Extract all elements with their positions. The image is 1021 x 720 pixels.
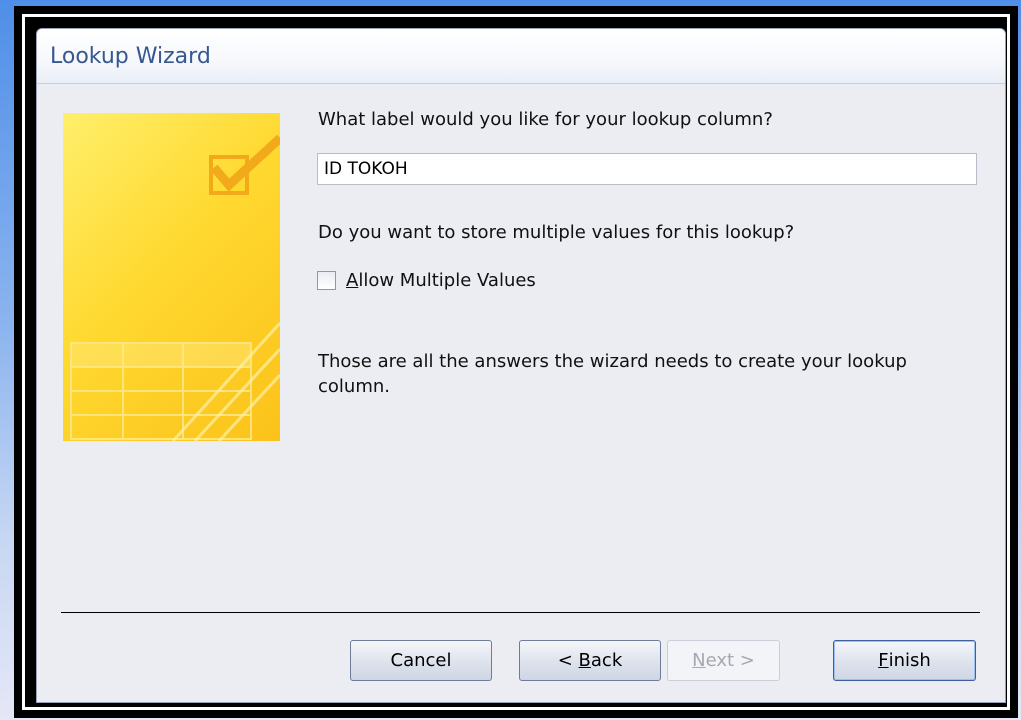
finish-button[interactable]: Finish xyxy=(833,640,976,681)
allow-multiple-values-checkbox[interactable] xyxy=(317,270,336,290)
wizard-banner-image xyxy=(63,113,280,441)
checkbox-table-illustration-icon xyxy=(70,134,280,441)
next-button[interactable]: Next > xyxy=(667,640,780,681)
lookup-wizard-dialog: Lookup Wizard What label would you like … xyxy=(36,28,1006,703)
back-button[interactable]: < Back xyxy=(519,640,661,681)
button-divider xyxy=(61,612,980,613)
dialog-title: Lookup Wizard xyxy=(50,44,211,69)
multiple-values-prompt: Do you want to store multiple values for… xyxy=(318,222,795,243)
lookup-label-input[interactable] xyxy=(317,153,977,185)
cancel-button[interactable]: Cancel xyxy=(350,640,492,681)
allow-multiple-values-label[interactable]: Allow Multiple Values xyxy=(346,270,536,291)
label-prompt: What label would you like for your looku… xyxy=(318,109,773,130)
allow-multiple-values-option[interactable]: Allow Multiple Values xyxy=(317,267,536,293)
dialog-titlebar[interactable]: Lookup Wizard xyxy=(37,29,1005,84)
wizard-info-text: Those are all the answers the wizard nee… xyxy=(318,351,907,397)
